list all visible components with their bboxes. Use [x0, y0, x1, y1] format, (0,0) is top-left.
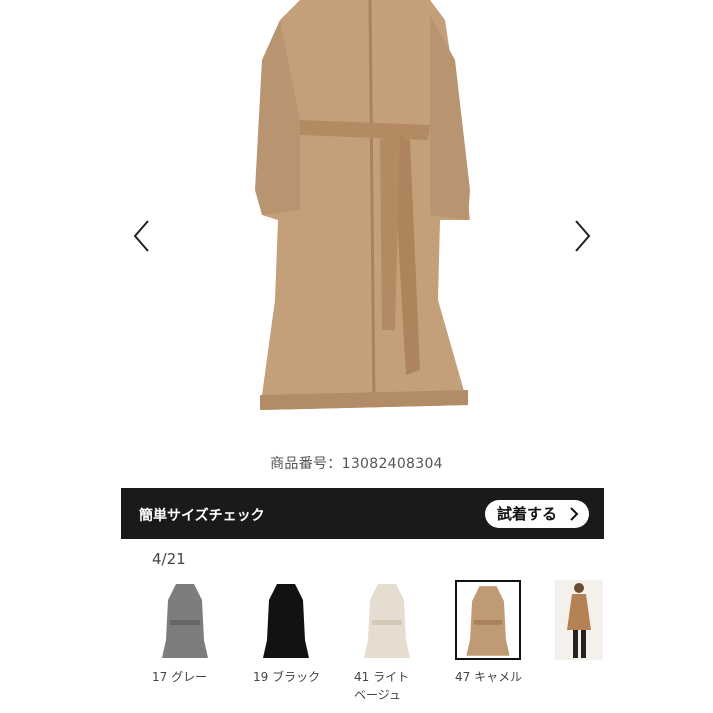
product-number: 商品番号：13082408304	[270, 456, 443, 472]
color-thumb-gray[interactable]	[152, 580, 218, 660]
model-photo-thumb[interactable]	[555, 580, 603, 660]
color-label-camel: 47 キャメル	[455, 670, 523, 684]
size-check-label: 簡単サイズチェック	[139, 508, 265, 524]
next-image-arrow-icon[interactable]	[570, 218, 594, 254]
color-thumb-black[interactable]	[253, 580, 319, 660]
product-main-image	[0, 0, 713, 440]
image-counter: 4/21	[152, 550, 186, 568]
color-label-gray: 17 グレー	[152, 670, 208, 684]
color-thumb-light-beige[interactable]	[354, 580, 420, 660]
color-label-light-beige: 41 ライトベージュ	[354, 670, 410, 702]
color-label-black: 19 ブラック	[253, 670, 321, 684]
size-check-bar: 簡単サイズチェック 試着する	[121, 488, 604, 539]
try-on-button-label: 試着する	[496, 505, 557, 523]
try-on-button[interactable]: 試着する	[484, 500, 589, 528]
prev-image-arrow-icon[interactable]	[130, 218, 154, 254]
chevron-right-icon	[570, 507, 579, 521]
color-thumb-camel-selected[interactable]	[455, 580, 521, 660]
